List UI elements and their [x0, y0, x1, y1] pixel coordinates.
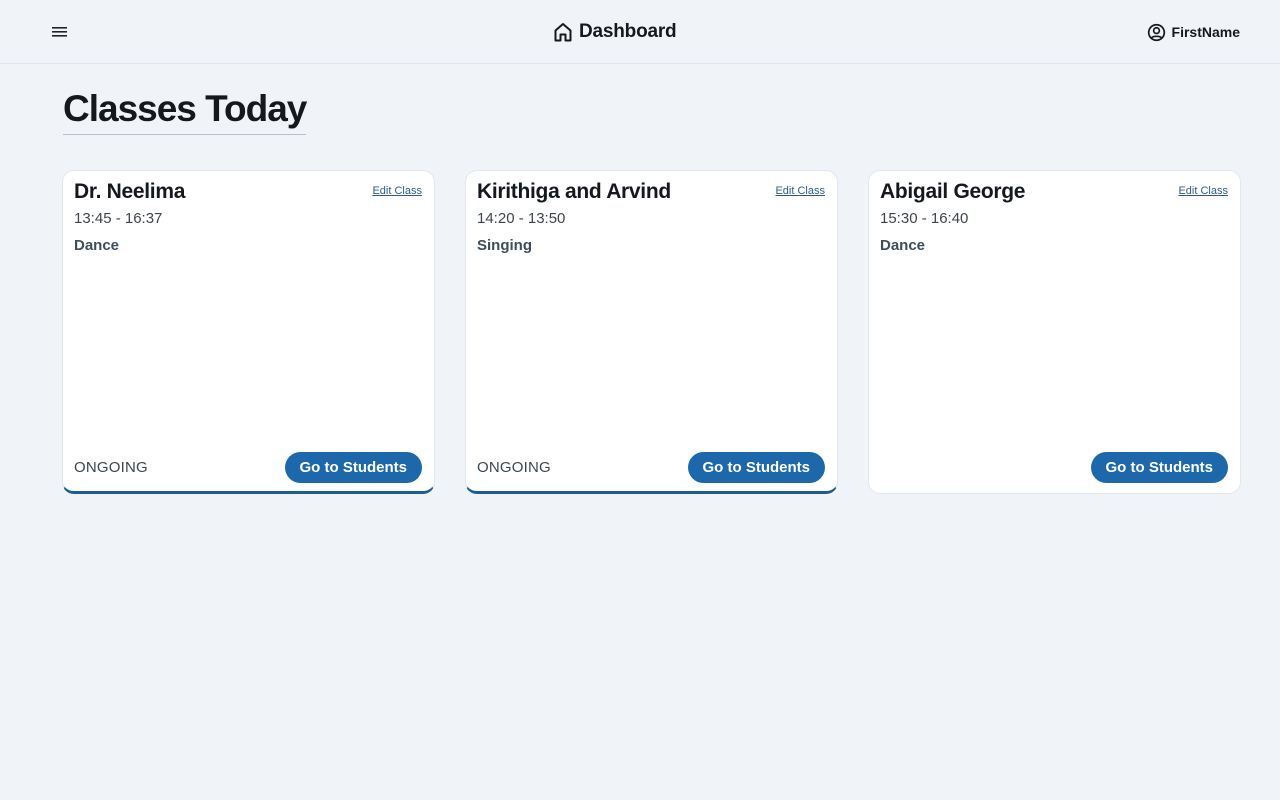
edit-class-link[interactable]: Edit Class	[372, 185, 422, 197]
class-card: Kirithiga and Arvind Edit Class 14:20 - …	[465, 170, 838, 494]
user-menu[interactable]: FirstName	[1147, 20, 1240, 44]
dashboard-link[interactable]: Dashboard	[553, 20, 677, 44]
class-subject: Dance	[880, 237, 926, 254]
app-title: Dashboard	[579, 21, 677, 42]
class-card: Dr. Neelima Edit Class 13:45 - 16:37 Dan…	[62, 170, 435, 494]
page-title: Classes Today	[63, 86, 307, 135]
edit-class-link[interactable]: Edit Class	[775, 185, 825, 197]
menu-icon	[52, 27, 67, 37]
edit-class-link[interactable]: Edit Class	[1178, 185, 1228, 197]
user-name: FirstName	[1171, 24, 1240, 40]
class-subject: Singing	[477, 237, 532, 254]
user-circle-icon	[1147, 23, 1165, 41]
class-name: Abigail George	[880, 180, 1026, 203]
class-time: 14:20 - 13:50	[477, 210, 566, 227]
top-bar: Dashboard FirstName	[0, 0, 1280, 64]
go-to-students-button[interactable]: Go to Students	[1090, 452, 1228, 483]
home-icon	[554, 23, 572, 42]
class-status: ONGOING	[74, 459, 148, 476]
class-time: 15:30 - 16:40	[880, 210, 969, 227]
class-status: ONGOING	[477, 459, 551, 476]
menu-button[interactable]	[50, 22, 70, 42]
class-subject: Dance	[74, 237, 120, 254]
class-card: Abigail George Edit Class 15:30 - 16:40 …	[868, 170, 1241, 494]
class-name: Dr. Neelima	[74, 180, 186, 203]
class-time: 13:45 - 16:37	[74, 210, 163, 227]
class-name: Kirithiga and Arvind	[477, 180, 671, 203]
go-to-students-button[interactable]: Go to Students	[284, 452, 422, 483]
go-to-students-button[interactable]: Go to Students	[687, 452, 825, 483]
